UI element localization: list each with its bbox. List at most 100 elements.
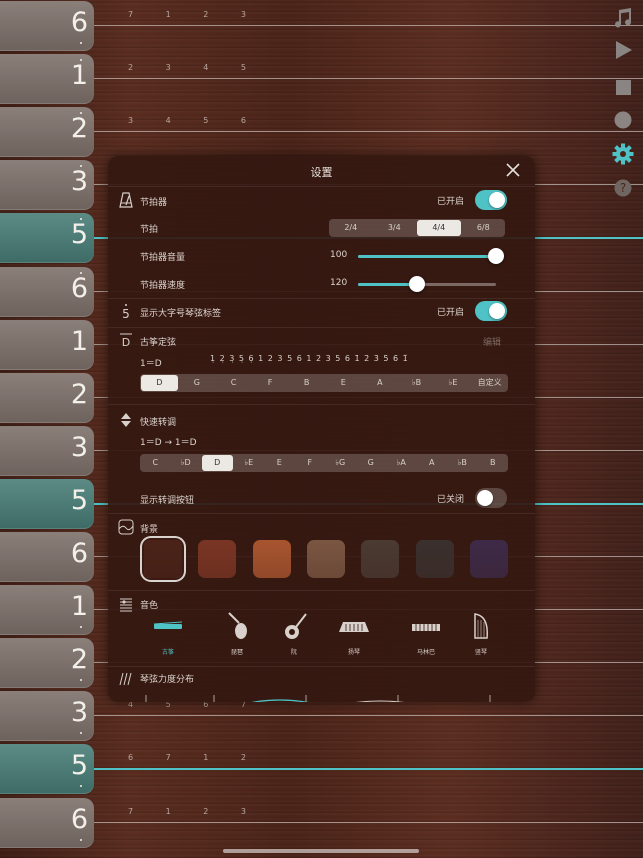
segment-option[interactable]: 6/8 bbox=[462, 220, 506, 236]
string-label-tab[interactable]: 1 bbox=[0, 54, 94, 104]
string-line[interactable] bbox=[0, 25, 643, 26]
string-label-tab[interactable]: 1 bbox=[0, 320, 94, 370]
string-row[interactable]: 2 3 4 5 6 bbox=[0, 106, 643, 159]
segment-option[interactable]: ♭E bbox=[234, 455, 265, 471]
string-label-tab[interactable]: 5 bbox=[0, 213, 94, 263]
string-label-tab[interactable]: 6 bbox=[0, 798, 94, 848]
segment-option[interactable]: 自定义 bbox=[471, 375, 508, 391]
string-label-tab[interactable]: 6 bbox=[0, 532, 94, 582]
segment-option[interactable]: G bbox=[179, 375, 216, 391]
string-line[interactable] bbox=[0, 131, 643, 132]
volume-slider[interactable] bbox=[358, 248, 504, 264]
segment-option[interactable]: C bbox=[215, 375, 252, 391]
metronome-toggle[interactable] bbox=[475, 190, 507, 210]
divider bbox=[108, 186, 535, 187]
segment-option[interactable]: 2/4 bbox=[329, 220, 373, 236]
speed-slider[interactable] bbox=[358, 276, 496, 292]
segment-option[interactable]: 3/4 bbox=[373, 220, 417, 236]
string-row[interactable]: 5 6 7 1 2 bbox=[0, 743, 643, 796]
segment-option[interactable]: ♭E bbox=[435, 375, 472, 391]
segment-option[interactable]: ♭B bbox=[398, 375, 435, 391]
string-number: 2 bbox=[70, 113, 88, 144]
transpose-formula: 1＝D → 1＝D bbox=[140, 438, 197, 448]
background-swatch[interactable] bbox=[469, 540, 508, 578]
close-icon[interactable] bbox=[505, 162, 521, 178]
string-line[interactable] bbox=[0, 715, 643, 716]
big-label-toggle[interactable] bbox=[475, 301, 507, 321]
segment-option[interactable]: G bbox=[356, 455, 387, 471]
segment-option[interactable]: 4/4 bbox=[417, 220, 461, 236]
segment-option[interactable]: C bbox=[140, 455, 171, 471]
instrument-option[interactable]: 古筝 bbox=[144, 612, 192, 656]
segment-option[interactable]: D bbox=[141, 375, 178, 391]
background-swatch[interactable] bbox=[361, 540, 400, 578]
string-line[interactable] bbox=[0, 78, 643, 79]
string-label-tab[interactable]: 2 bbox=[0, 107, 94, 157]
string-line[interactable] bbox=[0, 822, 643, 823]
string-label-tab[interactable]: 1 bbox=[0, 585, 94, 635]
transpose-button-toggle[interactable] bbox=[475, 488, 507, 508]
yangqin-icon bbox=[339, 622, 369, 632]
segment-option[interactable]: D bbox=[202, 455, 233, 471]
segment-option[interactable]: E bbox=[325, 375, 362, 391]
marimba-icon bbox=[412, 624, 440, 631]
play-icon[interactable] bbox=[611, 38, 635, 62]
divider bbox=[108, 666, 535, 667]
instrument-name: 古筝 bbox=[161, 649, 174, 656]
volume-value: 100 bbox=[330, 250, 348, 260]
octave-dot bbox=[80, 42, 82, 44]
string-label-tab[interactable]: 6 bbox=[0, 267, 94, 317]
speed-slider-thumb[interactable] bbox=[409, 276, 426, 292]
segment-option[interactable]: ♭A bbox=[386, 455, 417, 471]
instrument-option[interactable]: 竖琴 bbox=[457, 612, 505, 656]
string-label-tab[interactable]: 5 bbox=[0, 744, 94, 794]
speed-value: 120 bbox=[330, 278, 348, 288]
string-label-tab[interactable]: 3 bbox=[0, 691, 94, 741]
instrument-option[interactable]: 扬琴 bbox=[330, 612, 378, 656]
pipa-icon bbox=[228, 612, 247, 639]
string-line[interactable] bbox=[0, 768, 643, 770]
string-label-tab[interactable]: 6 bbox=[0, 1, 94, 51]
string-label-tab[interactable]: 3 bbox=[0, 160, 94, 210]
segment-option[interactable]: E bbox=[264, 455, 295, 471]
tuning-edit-button[interactable]: 编辑 bbox=[483, 335, 501, 348]
instrument-option[interactable]: 阮 bbox=[270, 612, 318, 656]
help-icon[interactable]: ? bbox=[611, 176, 635, 200]
background-swatch[interactable] bbox=[306, 540, 345, 578]
background-swatch[interactable] bbox=[198, 540, 237, 578]
instrument-option[interactable]: 马林巴 bbox=[402, 612, 450, 656]
gear-icon[interactable] bbox=[611, 142, 635, 166]
string-row[interactable]: 6 7 1 2 3 bbox=[0, 0, 643, 53]
string-label-tab[interactable]: 3 bbox=[0, 426, 94, 476]
segment-option[interactable]: ♭G bbox=[325, 455, 356, 471]
string-label-tab[interactable]: 5 bbox=[0, 479, 94, 529]
background-icon bbox=[118, 519, 134, 535]
segment-option[interactable]: B bbox=[288, 375, 325, 391]
instrument-option[interactable]: 琵琶 bbox=[213, 612, 261, 656]
segment-option[interactable]: F bbox=[295, 455, 326, 471]
background-swatch[interactable] bbox=[144, 540, 182, 578]
background-swatch[interactable] bbox=[415, 540, 454, 578]
harp-icon bbox=[474, 613, 488, 639]
segment-option[interactable]: A bbox=[362, 375, 399, 391]
string-number: 5 bbox=[70, 219, 88, 250]
force-distribution-graph[interactable] bbox=[140, 690, 500, 702]
string-label-tab[interactable]: 2 bbox=[0, 638, 94, 688]
music-note-icon[interactable] bbox=[611, 6, 635, 30]
svg-text:5: 5 bbox=[122, 307, 130, 319]
segment-option[interactable]: ♭D bbox=[171, 455, 202, 471]
segment-option[interactable]: A bbox=[417, 455, 448, 471]
stop-icon[interactable] bbox=[611, 76, 635, 100]
volume-slider-thumb[interactable] bbox=[488, 248, 504, 264]
segment-option[interactable]: F bbox=[252, 375, 289, 391]
segment-option[interactable]: ♭B bbox=[447, 455, 478, 471]
record-icon[interactable] bbox=[611, 108, 635, 132]
string-label-tab[interactable]: 2 bbox=[0, 373, 94, 423]
timbre-label: 音色 bbox=[140, 601, 159, 611]
segment-option[interactable]: B bbox=[478, 455, 509, 471]
string-row[interactable]: 1 2 3 4 5 bbox=[0, 53, 643, 106]
background-swatch[interactable] bbox=[252, 540, 291, 578]
string-number: 5 bbox=[70, 750, 88, 781]
string-row[interactable]: 6 7 1 2 3 bbox=[0, 797, 643, 850]
string-number: 6 bbox=[70, 804, 88, 835]
